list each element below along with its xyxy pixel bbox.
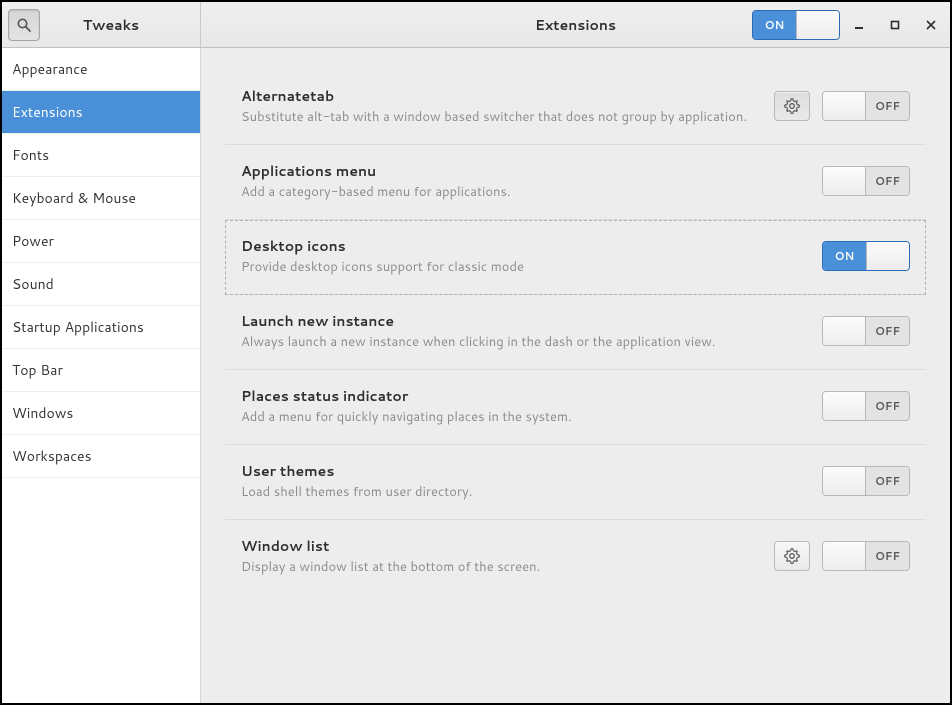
master-switch-wrap: ON: [752, 10, 840, 40]
extension-info: Applications menu Add a category-based me…: [241, 161, 810, 201]
sidebar-item-top-bar[interactable]: Top Bar: [2, 349, 200, 392]
gear-icon: [784, 98, 800, 114]
extension-info: Places status indicator Add a menu for qu…: [241, 386, 810, 426]
window-controls: [852, 2, 938, 48]
sidebar-item-fonts[interactable]: Fonts: [2, 134, 200, 177]
extension-title: Desktop icons: [241, 236, 810, 256]
extension-toggle[interactable]: OFF: [822, 391, 910, 421]
switch-off-label: OFF: [866, 167, 909, 195]
sidebar-item-sound[interactable]: Sound: [2, 263, 200, 306]
sidebar-item-startup-applications[interactable]: Startup Applications: [2, 306, 200, 349]
minimize-button[interactable]: [852, 18, 866, 32]
close-icon: [926, 20, 936, 30]
content: Alternatetab Substitute alt-tab with a wi…: [201, 48, 950, 703]
switch-knob: [796, 11, 839, 39]
switch-on-label: ON: [823, 242, 866, 270]
extension-toggle[interactable]: OFF: [822, 466, 910, 496]
header-bar: Tweaks Extensions ON: [2, 2, 950, 48]
extension-toggle[interactable]: ON: [822, 241, 910, 271]
switch-knob: [823, 542, 866, 570]
sidebar-item-power[interactable]: Power: [2, 220, 200, 263]
switch-knob: [823, 317, 866, 345]
extension-info: User themes Load shell themes from user d…: [241, 461, 810, 501]
switch-off-label: OFF: [866, 467, 909, 495]
extension-toggle[interactable]: OFF: [822, 541, 910, 571]
extension-toggle[interactable]: OFF: [822, 166, 910, 196]
sidebar-item-extensions[interactable]: Extensions: [2, 91, 200, 134]
extension-info: Launch new instance Always launch a new i…: [241, 311, 810, 351]
body: AppearanceExtensionsFontsKeyboard & Mous…: [2, 48, 950, 703]
extensions-master-switch[interactable]: ON: [752, 10, 840, 40]
sidebar-item-appearance[interactable]: Appearance: [2, 48, 200, 91]
extension-description: Substitute alt-tab with a window based s…: [241, 108, 762, 126]
extension-description: Always launch a new instance when clicki…: [241, 333, 810, 351]
extension-row[interactable]: Launch new instance Always launch a new i…: [225, 295, 926, 370]
switch-on-label: ON: [753, 11, 796, 39]
extension-info: Desktop icons Provide desktop icons suppo…: [241, 236, 810, 276]
switch-knob: [823, 167, 866, 195]
minimize-icon: [854, 20, 864, 30]
switch-off-label: OFF: [866, 317, 909, 345]
close-button[interactable]: [924, 18, 938, 32]
sidebar-item-windows[interactable]: Windows: [2, 392, 200, 435]
extension-title: Launch new instance: [241, 311, 810, 331]
extension-row[interactable]: Alternatetab Substitute alt-tab with a wi…: [225, 70, 926, 145]
extension-info: Alternatetab Substitute alt-tab with a wi…: [241, 86, 762, 126]
app-window: Tweaks Extensions ON AppearanceExtension…: [0, 0, 952, 705]
extension-title: Alternatetab: [241, 86, 762, 106]
extension-title: Applications menu: [241, 161, 810, 181]
extension-description: Add a category-based menu for applicatio…: [241, 183, 810, 201]
maximize-button[interactable]: [888, 18, 902, 32]
switch-off-label: OFF: [866, 92, 909, 120]
extension-title: User themes: [241, 461, 810, 481]
switch-knob: [823, 92, 866, 120]
extension-toggle[interactable]: OFF: [822, 91, 910, 121]
extension-description: Load shell themes from user directory.: [241, 483, 810, 501]
extension-row[interactable]: Applications menu Add a category-based me…: [225, 145, 926, 220]
extension-title: Window list: [241, 536, 762, 556]
gear-icon: [784, 548, 800, 564]
switch-off-label: OFF: [866, 542, 909, 570]
sidebar: AppearanceExtensionsFontsKeyboard & Mous…: [2, 48, 201, 703]
maximize-icon: [890, 20, 900, 30]
extension-settings-button[interactable]: [774, 91, 810, 121]
switch-knob: [823, 467, 866, 495]
extension-description: Display a window list at the bottom of t…: [241, 558, 762, 576]
extension-row[interactable]: User themes Load shell themes from user d…: [225, 445, 926, 520]
search-icon: [16, 17, 32, 33]
sidebar-item-keyboard-mouse[interactable]: Keyboard & Mouse: [2, 177, 200, 220]
extension-row[interactable]: Places status indicator Add a menu for qu…: [225, 370, 926, 445]
extension-description: Add a menu for quickly navigating places…: [241, 408, 810, 426]
extension-toggle[interactable]: OFF: [822, 316, 910, 346]
extension-description: Provide desktop icons support for classi…: [241, 258, 810, 276]
page-title: Extensions: [535, 15, 616, 35]
extension-row[interactable]: Window list Display a window list at the …: [225, 520, 926, 594]
sidebar-item-workspaces[interactable]: Workspaces: [2, 435, 200, 478]
extension-title: Places status indicator: [241, 386, 810, 406]
switch-knob: [866, 242, 909, 270]
switch-off-label: OFF: [866, 392, 909, 420]
extension-settings-button[interactable]: [774, 541, 810, 571]
switch-knob: [823, 392, 866, 420]
search-button[interactable]: [8, 9, 40, 41]
app-title: Tweaks: [50, 15, 200, 35]
header-left: Tweaks: [2, 2, 201, 47]
extension-info: Window list Display a window list at the …: [241, 536, 762, 576]
extension-row[interactable]: Desktop icons Provide desktop icons suppo…: [225, 220, 926, 295]
